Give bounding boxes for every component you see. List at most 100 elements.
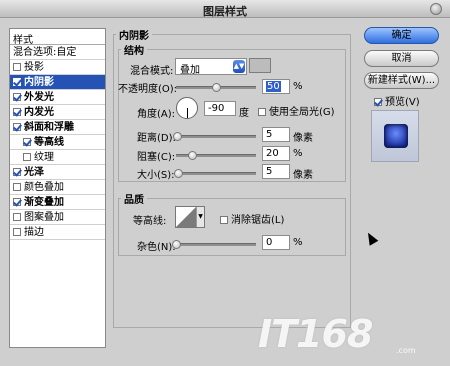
- style-item[interactable]: 渐变叠加: [10, 195, 105, 210]
- styles-list: 样式 混合选项:自定 投影内阴影外发光内发光斜面和浮雕等高线纹理光泽颜色叠加渐变…: [9, 28, 106, 348]
- opacity-slider[interactable]: [176, 83, 256, 92]
- style-item-checkbox[interactable]: [13, 183, 21, 191]
- new-style-button[interactable]: 新建样式(W)...: [364, 72, 439, 89]
- style-item-checkbox[interactable]: [23, 138, 31, 146]
- styles-header: 样式: [10, 29, 105, 46]
- style-item-checkbox[interactable]: [13, 228, 21, 236]
- noise-input[interactable]: 0: [262, 235, 290, 250]
- anti-alias-row: 消除锯齿(L): [220, 211, 284, 226]
- blend-mode-label: 混合模式:: [130, 66, 174, 77]
- style-item[interactable]: 纹理: [10, 150, 105, 165]
- style-item-checkbox[interactable]: [13, 123, 21, 131]
- style-item-label: 渐变叠加: [24, 197, 64, 208]
- opacity-unit: %: [293, 81, 303, 92]
- window-title: 图层样式: [203, 5, 247, 18]
- close-icon[interactable]: [430, 3, 442, 15]
- style-item-label: 内发光: [24, 107, 54, 118]
- size-label: 大小(S):: [137, 170, 175, 181]
- style-item[interactable]: 光泽: [10, 165, 105, 180]
- choke-label: 阻塞(C):: [137, 152, 176, 163]
- style-item[interactable]: 等高线: [10, 135, 105, 150]
- ok-button[interactable]: 确定: [364, 27, 439, 44]
- choke-slider[interactable]: [176, 151, 256, 160]
- mouse-cursor-icon: [363, 230, 379, 246]
- size-slider[interactable]: [174, 169, 256, 178]
- watermark-logo: IT168: [258, 312, 373, 356]
- angle-label: 角度(A):: [137, 109, 176, 120]
- style-item-label: 等高线: [34, 137, 64, 148]
- angle-dial[interactable]: [176, 97, 198, 119]
- style-item-label: 投影: [24, 62, 44, 73]
- blend-mode-value: 叠加: [180, 65, 200, 76]
- style-item-checkbox[interactable]: [13, 198, 21, 206]
- distance-input[interactable]: 5: [262, 127, 290, 142]
- anti-alias-checkbox[interactable]: [220, 216, 228, 224]
- style-item-label: 图案叠加: [24, 212, 64, 223]
- style-item-checkbox[interactable]: [13, 93, 21, 101]
- global-light-row: 使用全局光(G): [258, 103, 335, 118]
- choke-input[interactable]: 20: [262, 146, 290, 161]
- opacity-input[interactable]: 50: [262, 79, 290, 94]
- blending-options-item[interactable]: 混合选项:自定: [10, 45, 105, 60]
- distance-slider[interactable]: [173, 132, 256, 141]
- global-light-checkbox[interactable]: [258, 108, 266, 116]
- chevron-updown-icon: ▲▼: [233, 60, 245, 73]
- distance-unit: 像素: [293, 133, 313, 144]
- preview-checkbox[interactable]: [374, 98, 382, 106]
- noise-label: 杂色(N):: [137, 242, 176, 253]
- panel-title: 内阴影: [116, 27, 152, 42]
- angle-needle: [187, 108, 188, 118]
- opacity-label: 不透明度(O):: [118, 84, 178, 95]
- style-item-label: 外发光: [24, 92, 54, 103]
- style-item[interactable]: 内阴影: [10, 75, 105, 90]
- blend-mode-select[interactable]: 叠加 ▲▼: [175, 58, 247, 76]
- opacity-slider-knob[interactable]: [212, 83, 221, 92]
- style-item[interactable]: 内发光: [10, 105, 105, 120]
- style-item-checkbox[interactable]: [13, 63, 21, 71]
- style-item[interactable]: 外发光: [10, 90, 105, 105]
- noise-slider[interactable]: [172, 240, 256, 249]
- style-item[interactable]: 斜面和浮雕: [10, 120, 105, 135]
- watermark-domain: .com: [396, 346, 416, 355]
- watermark: IT168 .com: [258, 312, 448, 362]
- style-item-checkbox[interactable]: [13, 168, 21, 176]
- anti-alias-label: 消除锯齿(L): [231, 215, 285, 226]
- size-slider-knob[interactable]: [174, 169, 183, 178]
- angle-unit: 度: [239, 108, 249, 119]
- size-input[interactable]: 5: [262, 164, 290, 179]
- style-item[interactable]: 图案叠加: [10, 210, 105, 225]
- style-item-label: 斜面和浮雕: [24, 122, 74, 133]
- style-item-label: 纹理: [34, 152, 54, 163]
- angle-input[interactable]: -90: [204, 101, 236, 116]
- noise-slider-knob[interactable]: [172, 240, 181, 249]
- contour-picker[interactable]: ▼: [175, 206, 205, 228]
- structure-legend: 结构: [121, 42, 147, 57]
- style-item-checkbox[interactable]: [23, 153, 31, 161]
- noise-unit: %: [293, 237, 303, 248]
- preview-swatch: [384, 124, 408, 148]
- contour-curve-icon: [176, 207, 196, 227]
- style-item[interactable]: 投影: [10, 60, 105, 75]
- style-item-label: 光泽: [24, 167, 44, 178]
- size-unit: 像素: [293, 170, 313, 181]
- style-item-label: 描边: [24, 227, 44, 238]
- style-item[interactable]: 颜色叠加: [10, 180, 105, 195]
- shadow-color-swatch[interactable]: [249, 58, 271, 73]
- preview-row: 预览(V): [374, 93, 420, 108]
- choke-slider-knob[interactable]: [188, 151, 197, 160]
- style-item-checkbox[interactable]: [13, 108, 21, 116]
- contour-label: 等高线:: [133, 216, 167, 227]
- style-item[interactable]: 描边: [10, 225, 105, 240]
- cancel-button[interactable]: 取消: [364, 50, 439, 67]
- preview-label: 预览(V): [385, 97, 420, 108]
- chevron-down-icon[interactable]: ▼: [196, 207, 204, 227]
- style-preview-thumbnail: [371, 110, 419, 162]
- style-item-label: 颜色叠加: [24, 182, 64, 193]
- title-bar: 图层样式: [0, 0, 450, 18]
- distance-slider-knob[interactable]: [173, 132, 182, 141]
- quality-legend: 品质: [121, 191, 147, 206]
- style-item-checkbox[interactable]: [13, 78, 21, 86]
- style-item-checkbox[interactable]: [13, 213, 21, 221]
- style-item-label: 内阴影: [24, 77, 54, 88]
- distance-label: 距离(D):: [137, 133, 176, 144]
